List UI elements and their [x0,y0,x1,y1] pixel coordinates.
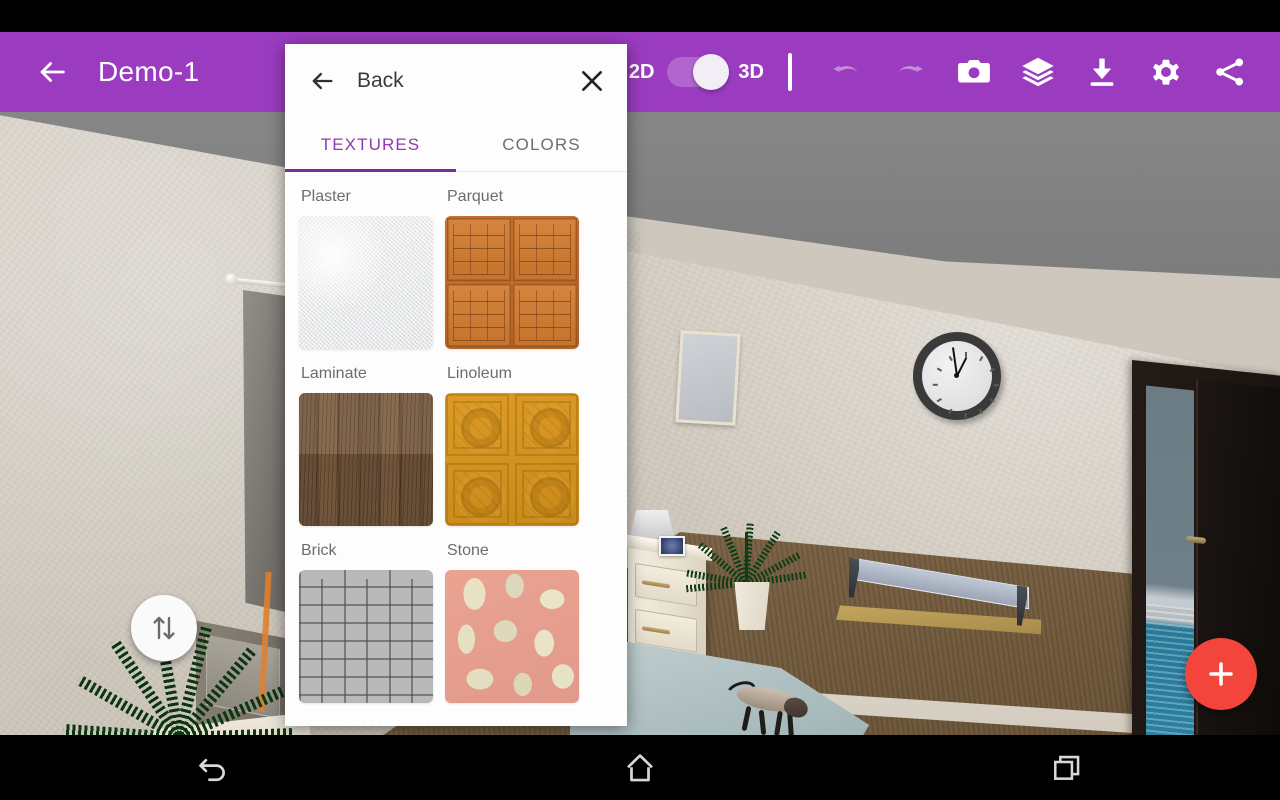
tab-colors[interactable]: COLORS [456,118,627,172]
texture-cell[interactable]: Parquet [445,182,579,349]
nav-back-button[interactable] [168,742,258,794]
picture-canvas [678,333,738,423]
app-screen: Demo-1 2D 3D Back TEXTURES COLORS Plaste… [0,0,1280,800]
framed-picture[interactable] [675,330,741,426]
texture-cell[interactable]: Plaster [299,182,433,349]
clock-tick [979,408,983,414]
toolbar-actions: 2D 3D [629,40,1280,104]
share-button[interactable] [1198,40,1262,104]
texture-cell[interactable]: Brick [299,536,433,703]
mini-frame-image [661,538,683,554]
arrow-left-icon [312,72,333,90]
settings-button[interactable] [1134,40,1198,104]
clock-tick [936,367,942,372]
clock-tick [936,398,942,403]
add-item-button[interactable] [1185,638,1257,710]
panel-back-button[interactable] [305,64,339,98]
home-icon [627,753,653,781]
panel-close-button[interactable] [575,64,609,98]
clock-tick [932,384,938,386]
view-mode-toggle[interactable]: 2D 3D [628,54,764,90]
texture-label: Parquet [447,188,504,205]
project-title: Demo-1 [98,56,200,87]
redo-icon [898,65,923,73]
camera-icon [958,60,990,83]
texture-row: Laminate Linoleum [299,359,613,526]
android-navigation-bar [0,735,1280,800]
clock-tick [989,398,995,403]
cat-leg [741,705,752,732]
mini-picture-frame[interactable] [659,536,685,556]
clock-tick [948,356,953,362]
app-back-button[interactable] [20,40,84,104]
texture-label: Linoleum [447,365,512,382]
texture-swatch-linoleum[interactable] [445,393,579,526]
status-bar [0,0,1280,32]
camera-button[interactable] [942,40,1006,104]
download-button[interactable] [1070,40,1134,104]
texture-cell[interactable]: Linoleum [445,359,579,526]
texture-swatch-stone[interactable] [445,570,579,703]
cat[interactable] [718,677,828,735]
texture-label: Stone [447,542,489,559]
texture-swatch-plaster[interactable] [299,216,433,349]
texture-swatch-brick[interactable] [299,570,433,703]
share-icon [1216,58,1244,86]
clock-tick [979,356,983,362]
elevation-swap-button[interactable] [131,595,197,661]
undo-button[interactable] [814,40,878,104]
texture-label: Brick [301,542,337,559]
texture-row: Brick Stone [299,536,613,703]
clock-tick [965,413,967,418]
texture-grid[interactable]: Plaster Parquet Laminate Linoleum Brick … [285,172,627,726]
texture-swatch-laminate[interactable] [299,393,433,526]
up-down-arrows-icon [153,616,175,640]
texture-row: Plaster Parquet [299,182,613,349]
plus-icon [1209,662,1233,686]
cat-leg [774,710,783,735]
toolbar-divider [788,53,792,91]
tab-textures[interactable]: TEXTURES [285,118,456,172]
curtain-rod-knob [224,272,238,287]
back-arrow-icon [199,758,226,781]
redo-button[interactable] [878,40,942,104]
arrow-left-icon [40,62,65,82]
nav-home-button[interactable] [595,742,685,794]
app-toolbar: Demo-1 2D 3D [0,32,1280,112]
layers-icon [1022,57,1054,87]
clock-center-pin [954,373,959,378]
texture-swatch-parquet[interactable] [445,216,579,349]
undo-icon [833,65,858,73]
recent-apps-icon [1053,755,1079,780]
close-icon [582,71,602,91]
active-tab-indicator [285,169,456,172]
potted-palm-foliage[interactable] [685,472,814,597]
clock-tick [993,384,999,386]
nav-recent-apps-button[interactable] [1022,742,1112,794]
gear-icon [1153,59,1179,85]
layers-button[interactable] [1006,40,1070,104]
panel-header: Back [285,44,627,118]
texture-cell[interactable]: Laminate [299,359,433,526]
clock-tick [948,408,953,414]
switch-knob [693,54,730,90]
view-mode-switch[interactable] [667,54,730,90]
download-icon [1090,58,1114,86]
panel-tabs: TEXTURES COLORS [285,118,627,172]
texture-picker-panel: Back TEXTURES COLORS Plaster Parquet Lam… [285,44,627,726]
panel-back-label: Back [357,69,404,92]
texture-cell[interactable]: Stone [445,536,579,703]
view-mode-2d-label: 2D [628,60,655,83]
wall-clock[interactable] [913,332,1001,420]
cat-leg [758,709,767,735]
clock-tick [989,367,995,372]
texture-label: Laminate [301,365,367,382]
view-mode-3d-label: 3D [738,60,764,83]
texture-label: Plaster [301,188,351,205]
